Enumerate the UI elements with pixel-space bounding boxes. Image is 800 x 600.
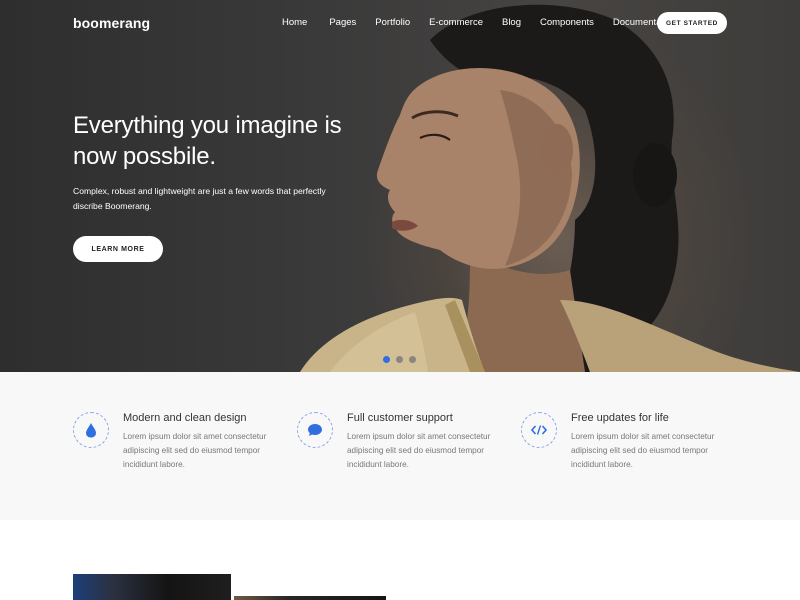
top-navbar: boomerang Home Pages Portfolio E-commerc…: [0, 0, 800, 46]
feature-description: Lorem ipsum dolor sit amet consectetur a…: [123, 432, 267, 469]
carousel-dot-2[interactable]: [396, 356, 403, 363]
hero-title: Everything you imagine is now possbile.: [73, 112, 342, 170]
feature-icon-circle: [521, 412, 557, 448]
nav-menu: Home Pages Portfolio E-commerce Blog Com…: [282, 17, 696, 28]
code-icon: [531, 425, 547, 435]
nav-link-ecommerce[interactable]: E-commerce: [429, 17, 483, 28]
drop-icon: [86, 423, 96, 438]
feature-icon-circle: [297, 412, 333, 448]
hero-subtitle: Complex, robust and lightweight are just…: [73, 186, 326, 211]
nav-link-blog[interactable]: Blog: [502, 17, 521, 28]
carousel-dot-3[interactable]: [409, 356, 416, 363]
chat-icon: [308, 424, 322, 436]
carousel-dot-1[interactable]: [383, 356, 390, 363]
feature-item: Full customer support Lorem ipsum dolor …: [297, 412, 512, 492]
features-section: Modern and clean design Lorem ipsum dolo…: [0, 372, 800, 520]
feature-description: Lorem ipsum dolor sit amet consectetur a…: [347, 432, 491, 469]
feature-title: Full customer support: [347, 412, 453, 424]
feature-title: Modern and clean design: [123, 412, 247, 424]
portfolio-preview-section: [0, 520, 800, 600]
nav-link-home[interactable]: Home: [282, 17, 307, 28]
feature-title: Free updates for life: [571, 412, 669, 424]
carousel-indicators: [383, 356, 422, 363]
nav-link-portfolio[interactable]: Portfolio: [375, 17, 410, 28]
portfolio-image-1[interactable]: [73, 574, 231, 600]
portfolio-image-2[interactable]: [234, 596, 386, 600]
feature-item: Free updates for life Lorem ipsum dolor …: [521, 412, 736, 492]
nav-link-pages[interactable]: Pages: [329, 17, 356, 28]
feature-item: Modern and clean design Lorem ipsum dolo…: [73, 412, 288, 492]
feature-description: Lorem ipsum dolor sit amet consectetur a…: [571, 432, 715, 469]
feature-icon-circle: [73, 412, 109, 448]
hero-section: boomerang Home Pages Portfolio E-commerc…: [0, 0, 800, 372]
get-started-button[interactable]: GET STARTED: [657, 12, 727, 34]
learn-more-button[interactable]: LEARN MORE: [73, 236, 163, 262]
brand-logo[interactable]: boomerang: [73, 15, 150, 31]
nav-link-components[interactable]: Components: [540, 17, 594, 28]
